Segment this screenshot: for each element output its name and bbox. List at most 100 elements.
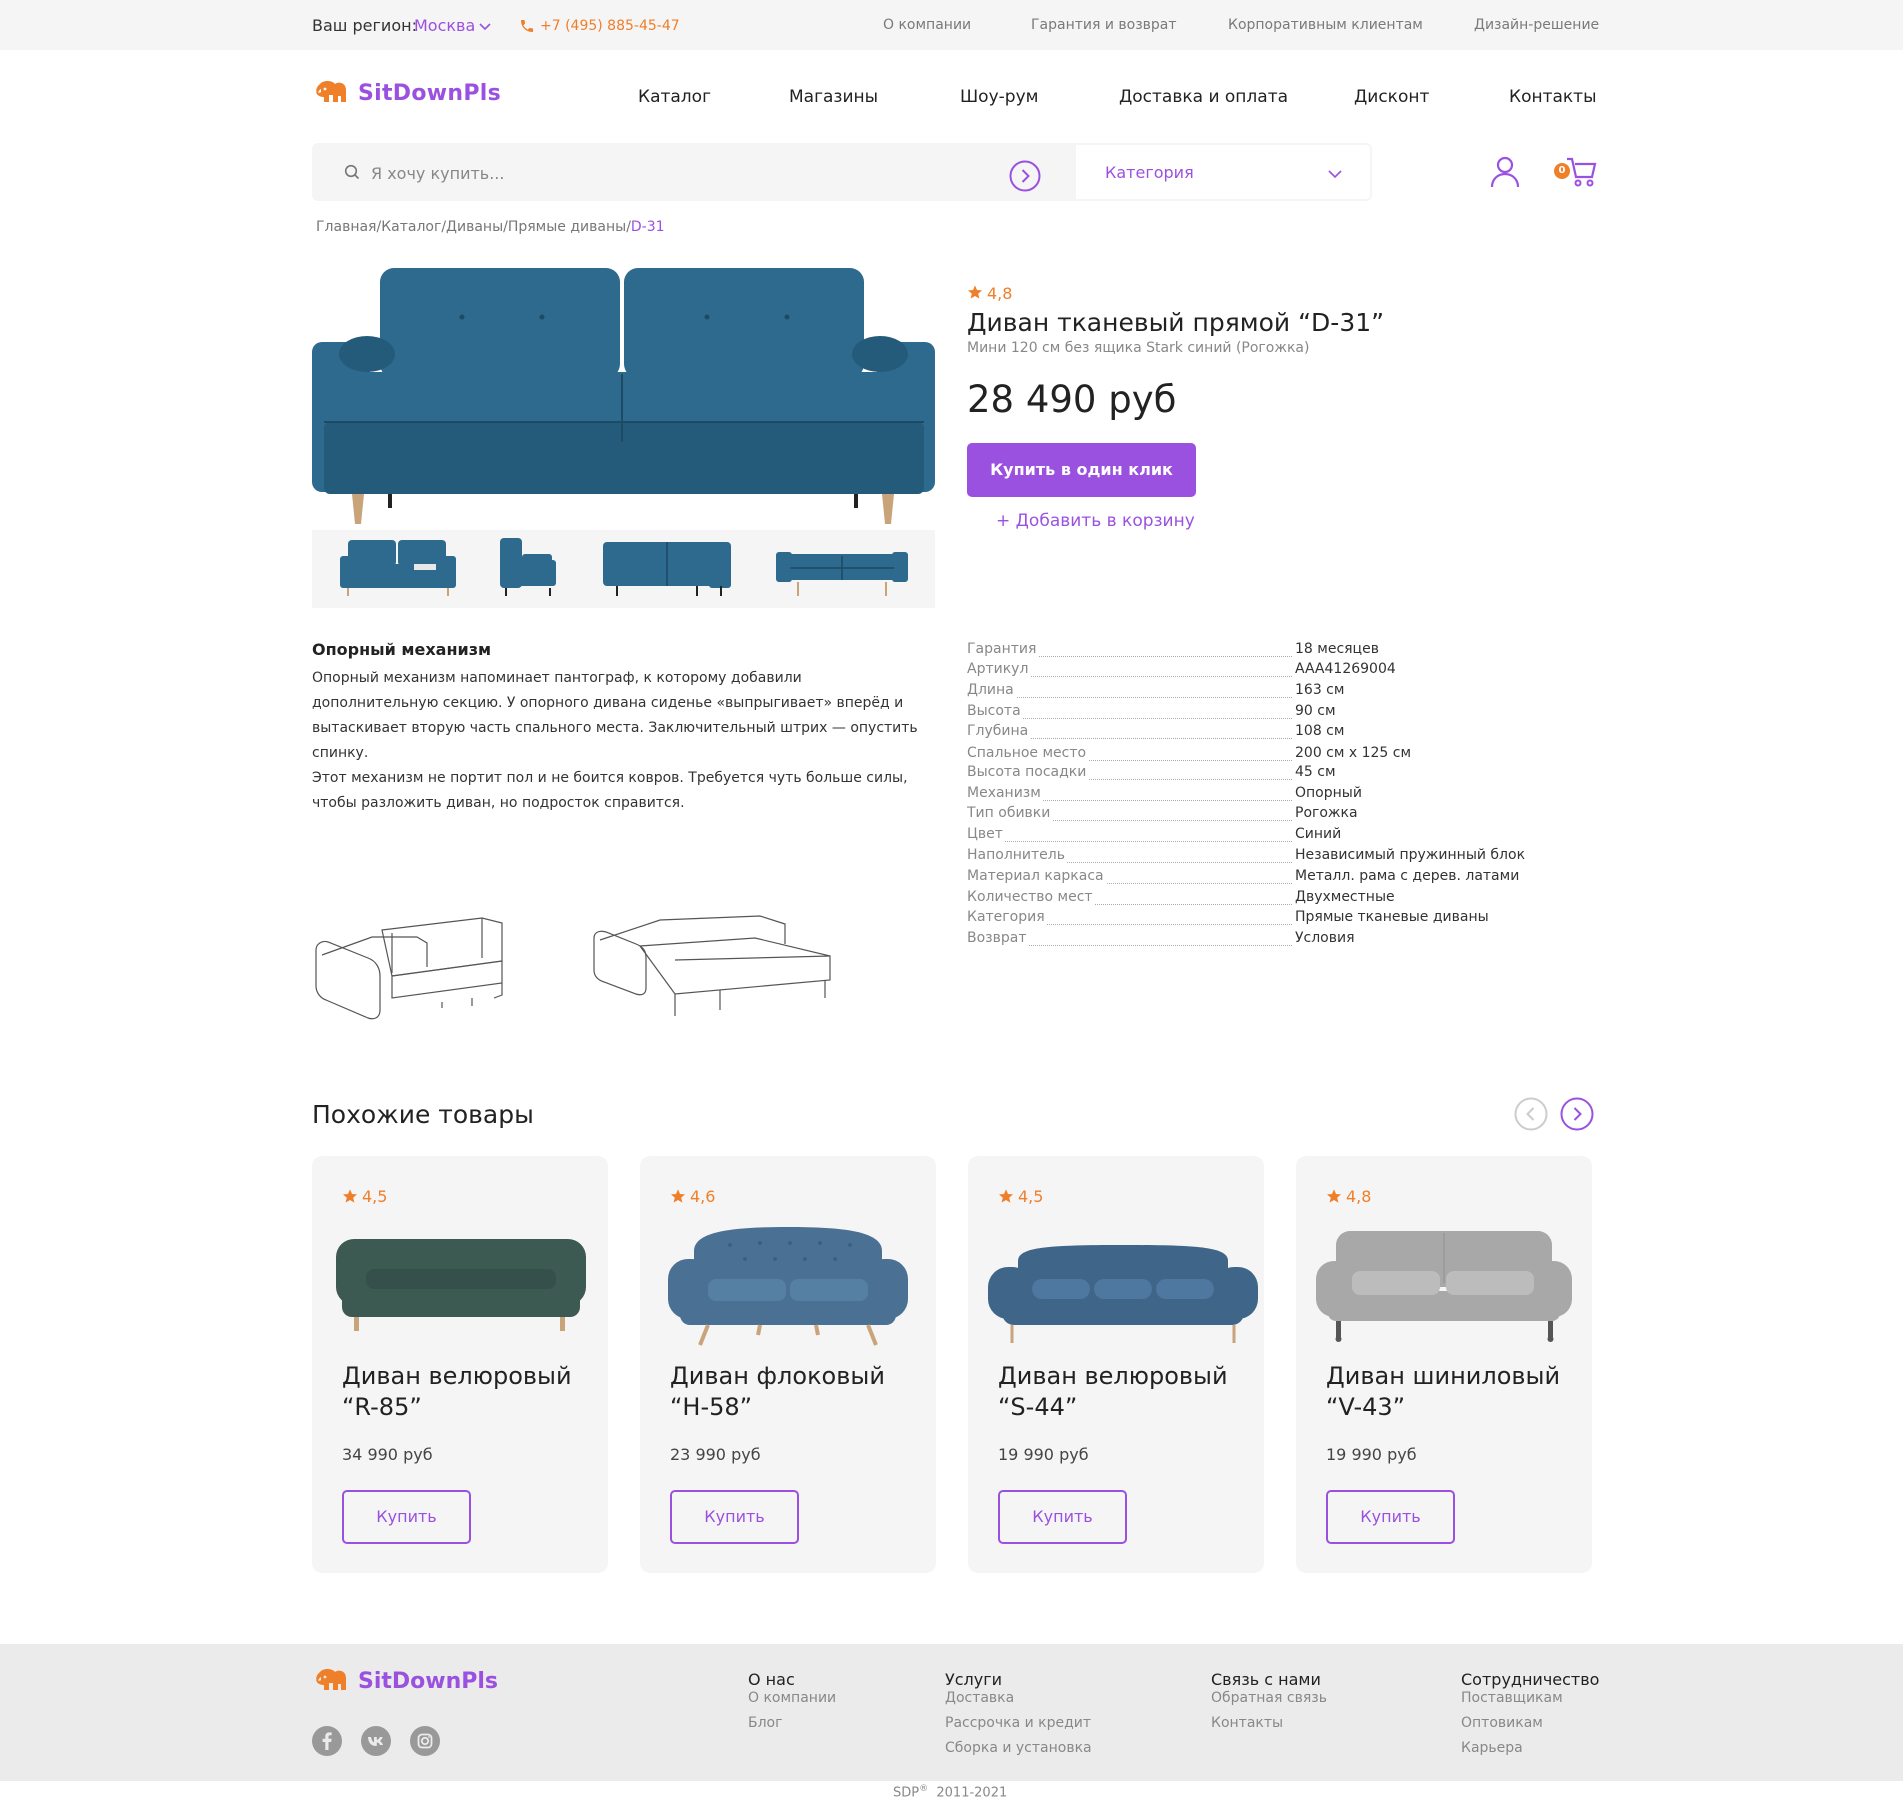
product-card[interactable]: 4,5 Диван велюровый “S-44” 19 990 руб Ку… bbox=[968, 1156, 1264, 1573]
spec-value: Опорный bbox=[1295, 785, 1362, 801]
spec-value[interactable]: Условия bbox=[1295, 930, 1355, 946]
nav-stores[interactable]: Магазины bbox=[789, 87, 878, 107]
mechanism-title: Опорный механизм bbox=[312, 640, 492, 659]
spec-key: Категория bbox=[967, 909, 1047, 925]
toplink-corporate[interactable]: Корпоративным клиентам bbox=[1228, 17, 1423, 33]
product-card[interactable]: 4,6 Диван флоковый “H-58” 23 990 руб Куп… bbox=[640, 1156, 936, 1573]
phone-icon bbox=[519, 18, 535, 34]
card-buy-button[interactable]: Купить bbox=[670, 1490, 799, 1544]
breadcrumb-straight-sofas[interactable]: Прямые диваны bbox=[508, 219, 626, 235]
nav-catalog[interactable]: Каталог bbox=[638, 87, 711, 107]
footer-link[interactable]: Поставщикам bbox=[1461, 1690, 1563, 1706]
card-buy-button[interactable]: Купить bbox=[342, 1490, 471, 1544]
footer-link[interactable]: Обратная связь bbox=[1211, 1690, 1327, 1706]
card-buy-button[interactable]: Купить bbox=[998, 1490, 1127, 1544]
search-input[interactable] bbox=[371, 160, 971, 186]
thumbnail-side[interactable] bbox=[492, 530, 562, 600]
logo-text[interactable]: SitDownPls bbox=[358, 81, 501, 106]
elephant-logo-icon[interactable] bbox=[312, 80, 352, 106]
footer-link[interactable]: Оптовикам bbox=[1461, 1715, 1543, 1731]
card-title[interactable]: Диван велюровый “R-85” bbox=[342, 1361, 592, 1423]
breadcrumb-sofas[interactable]: Диваны bbox=[446, 219, 503, 235]
card-image[interactable] bbox=[332, 1221, 588, 1336]
vk-icon[interactable] bbox=[361, 1726, 391, 1756]
spec-row: Тип обивки Рогожка bbox=[967, 805, 1567, 827]
nav-delivery[interactable]: Доставка и оплата bbox=[1119, 87, 1288, 107]
spec-value: 90 см bbox=[1295, 703, 1336, 719]
card-image[interactable] bbox=[988, 1221, 1258, 1346]
nav-discount[interactable]: Дисконт bbox=[1354, 87, 1429, 107]
spec-row: Высота посадки 45 см bbox=[967, 764, 1567, 786]
spec-value: Рогожка bbox=[1295, 805, 1358, 821]
card-buy-button[interactable]: Купить bbox=[1326, 1490, 1455, 1544]
spec-key: Глубина bbox=[967, 723, 1031, 739]
footer-link[interactable]: Сборка и установка bbox=[945, 1740, 1092, 1756]
carousel-next-arrow-icon[interactable] bbox=[1560, 1097, 1594, 1131]
footer-heading-services: Услуги bbox=[945, 1670, 1003, 1689]
product-card[interactable]: 4,8 Диван шиниловый “V-43” 19 990 руб Ку… bbox=[1296, 1156, 1592, 1573]
thumbnail-unfolded[interactable] bbox=[772, 530, 912, 600]
spec-key: Гарантия bbox=[967, 641, 1039, 657]
instagram-icon[interactable] bbox=[410, 1726, 440, 1756]
product-title: Диван тканевый прямой “D-31” bbox=[967, 308, 1385, 337]
facebook-icon[interactable] bbox=[312, 1726, 342, 1756]
region-select[interactable]: Москва bbox=[414, 16, 475, 35]
footer-link[interactable]: Карьера bbox=[1461, 1740, 1523, 1756]
chevron-down-icon[interactable] bbox=[479, 23, 491, 31]
breadcrumb-home[interactable]: Главная bbox=[316, 219, 376, 235]
star-icon bbox=[998, 1188, 1014, 1204]
card-title[interactable]: Диван велюровый “S-44” bbox=[998, 1361, 1248, 1423]
nav-showroom[interactable]: Шоу-рум bbox=[960, 87, 1038, 107]
card-image[interactable] bbox=[660, 1221, 916, 1346]
spec-value: Независимый пружинный блок bbox=[1295, 847, 1526, 863]
product-main-image[interactable] bbox=[312, 262, 935, 524]
mechanism-paragraph: Этот механизм не портит пол и не боится … bbox=[312, 770, 908, 811]
spec-key: Материал каркаса bbox=[967, 868, 1106, 884]
footer-link[interactable]: Контакты bbox=[1211, 1715, 1283, 1731]
chevron-down-icon[interactable] bbox=[1328, 170, 1342, 179]
phone-link[interactable]: +7 (495) 885-45-47 bbox=[540, 18, 680, 34]
toplink-warranty[interactable]: Гарантия и возврат bbox=[1031, 17, 1177, 33]
footer-link[interactable]: Рассрочка и кредит bbox=[945, 1715, 1091, 1731]
thumbnail-front[interactable] bbox=[334, 530, 462, 600]
region-label: Ваш регион: bbox=[312, 16, 417, 35]
spec-value: 18 месяцев bbox=[1295, 641, 1379, 657]
footer bbox=[0, 1644, 1903, 1781]
user-icon[interactable] bbox=[1490, 156, 1520, 188]
spec-row: Цвет Синий bbox=[967, 826, 1567, 848]
search-submit-arrow-icon[interactable] bbox=[1009, 160, 1041, 192]
cart-count-badge: 0 bbox=[1554, 163, 1570, 179]
footer-link[interactable]: Доставка bbox=[945, 1690, 1014, 1706]
toplink-about[interactable]: О компании bbox=[883, 17, 971, 33]
footer-link[interactable]: Блог bbox=[748, 1715, 782, 1731]
footer-heading-cooperation: Сотрудничество bbox=[1461, 1670, 1600, 1689]
category-label[interactable]: Категория bbox=[1105, 163, 1194, 182]
thumbnail-back[interactable] bbox=[597, 530, 737, 600]
footer-link[interactable]: О компании bbox=[748, 1690, 836, 1706]
footer-logo-text[interactable]: SitDownPls bbox=[358, 1669, 498, 1694]
thumbnail-strip bbox=[312, 530, 935, 608]
spec-row: Артикул AAA41269004 bbox=[967, 661, 1567, 683]
copyright: SDP® 2011-2021 bbox=[893, 1784, 1007, 1800]
nav-contacts[interactable]: Контакты bbox=[1509, 87, 1597, 107]
card-title[interactable]: Диван флоковый “H-58” bbox=[670, 1361, 920, 1423]
elephant-logo-icon[interactable] bbox=[312, 1668, 352, 1694]
carousel-prev-arrow-icon[interactable] bbox=[1514, 1097, 1548, 1131]
registered-mark: ® bbox=[919, 1784, 929, 1794]
copyright-years: 2011-2021 bbox=[936, 1785, 1008, 1801]
mechanism-drawing-half-open bbox=[312, 900, 562, 1020]
card-image[interactable] bbox=[1316, 1221, 1572, 1346]
spec-value: Прямые тканевые диваны bbox=[1295, 909, 1489, 925]
spec-key: Количество мест bbox=[967, 889, 1095, 905]
product-rating: 4,8 bbox=[987, 284, 1013, 303]
product-card[interactable]: 4,5 Диван велюровый “R-85” 34 990 руб Ку… bbox=[312, 1156, 608, 1573]
spec-key: Длина bbox=[967, 682, 1016, 698]
spec-dotted-leader bbox=[967, 841, 1292, 842]
card-title[interactable]: Диван шиниловый “V-43” bbox=[1326, 1361, 1576, 1423]
toplink-design[interactable]: Дизайн-решение bbox=[1474, 17, 1599, 33]
spec-row: Наполнитель Независимый пружинный блок bbox=[967, 847, 1567, 869]
buy-one-click-button[interactable]: Купить в один клик bbox=[967, 443, 1196, 497]
add-to-cart-link[interactable]: + Добавить в корзину bbox=[996, 511, 1195, 531]
spec-key: Артикул bbox=[967, 661, 1031, 677]
breadcrumb-catalog[interactable]: Каталог bbox=[381, 219, 441, 235]
